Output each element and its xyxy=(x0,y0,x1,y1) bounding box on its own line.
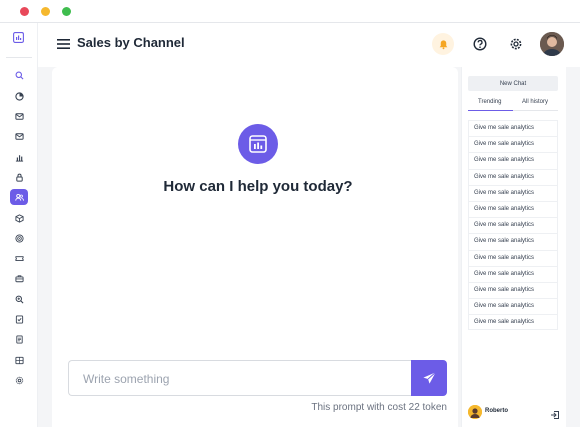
close-window-button[interactable] xyxy=(20,7,29,16)
new-chat-button[interactable]: New Chat xyxy=(468,76,558,91)
grid-icon[interactable] xyxy=(10,352,28,368)
send-icon xyxy=(422,371,436,384)
history-item[interactable]: Give me sale analytics xyxy=(468,136,558,153)
history-item[interactable]: Give me sale analytics xyxy=(468,168,558,185)
box-icon[interactable] xyxy=(10,210,28,226)
target-icon[interactable] xyxy=(10,230,28,246)
prompt-box xyxy=(68,360,412,396)
send-button[interactable] xyxy=(411,360,447,396)
token-cost-note: This prompt with cost 22 token xyxy=(311,402,447,413)
menu-icon[interactable] xyxy=(57,37,71,49)
history-item[interactable]: Give me sale analytics xyxy=(468,120,558,137)
ticket-icon[interactable] xyxy=(10,250,28,266)
pie-chart-icon[interactable] xyxy=(10,88,28,104)
help-button[interactable] xyxy=(469,33,491,55)
assistant-logo xyxy=(238,124,278,164)
sidebar-divider xyxy=(6,57,32,58)
mail-check-icon[interactable] xyxy=(10,128,28,144)
user-name: Roberto xyxy=(485,408,508,414)
logout-icon[interactable] xyxy=(550,407,560,419)
chat-card: How can I help you today? This prompt wi… xyxy=(52,67,458,427)
window-titlebar xyxy=(0,0,580,23)
top-header: Sales by Channel xyxy=(38,23,580,67)
panel-user-footer: Roberto xyxy=(468,405,560,421)
page-title: Sales by Channel xyxy=(77,35,185,50)
notifications-button[interactable] xyxy=(432,33,454,55)
active-tab-indicator xyxy=(468,110,513,111)
briefcase-icon[interactable] xyxy=(10,270,28,286)
greeting-heading: How can I help you today? xyxy=(163,178,353,195)
zoom-icon[interactable] xyxy=(10,291,28,307)
history-item[interactable]: Give me sale analytics xyxy=(468,314,558,331)
history-item[interactable]: Give me sale analytics xyxy=(468,152,558,169)
user-avatar[interactable] xyxy=(468,405,482,419)
history-item[interactable]: Give me sale analytics xyxy=(468,298,558,315)
tab-all-history[interactable]: All history xyxy=(522,99,548,105)
settings-button[interactable] xyxy=(505,33,527,55)
checklist-icon[interactable] xyxy=(10,311,28,327)
document-icon[interactable] xyxy=(10,331,28,347)
history-item[interactable]: Give me sale analytics xyxy=(468,184,558,201)
help-icon xyxy=(473,37,487,51)
history-list: Give me sale analytics Give me sale anal… xyxy=(468,120,558,331)
bell-icon xyxy=(439,39,447,49)
tab-divider xyxy=(513,110,558,111)
history-item[interactable]: Give me sale analytics xyxy=(468,265,558,282)
tab-trending[interactable]: Trending xyxy=(478,99,501,105)
history-item[interactable]: Give me sale analytics xyxy=(468,281,558,299)
history-item[interactable]: Give me sale analytics xyxy=(468,200,558,218)
history-item[interactable]: Give me sale analytics xyxy=(468,233,558,250)
mail-icon[interactable] xyxy=(10,108,28,124)
chat-history-panel: New Chat Trending All history Give me sa… xyxy=(461,67,566,427)
sidebar xyxy=(0,23,38,427)
lock-icon[interactable] xyxy=(10,169,28,185)
bar-chart-icon[interactable] xyxy=(10,149,28,165)
prompt-input[interactable] xyxy=(83,370,403,388)
chart-window-icon xyxy=(249,135,267,153)
search-icon[interactable] xyxy=(10,67,28,83)
users-icon[interactable] xyxy=(10,189,28,205)
maximize-window-button[interactable] xyxy=(62,7,71,16)
chart-window-icon[interactable] xyxy=(12,31,25,43)
minimize-window-button[interactable] xyxy=(41,7,50,16)
history-item[interactable]: Give me sale analytics xyxy=(468,217,558,234)
settings-icon[interactable] xyxy=(10,372,28,388)
history-item[interactable]: Give me sale analytics xyxy=(468,249,558,266)
gear-icon xyxy=(510,38,522,50)
avatar[interactable] xyxy=(540,32,564,56)
